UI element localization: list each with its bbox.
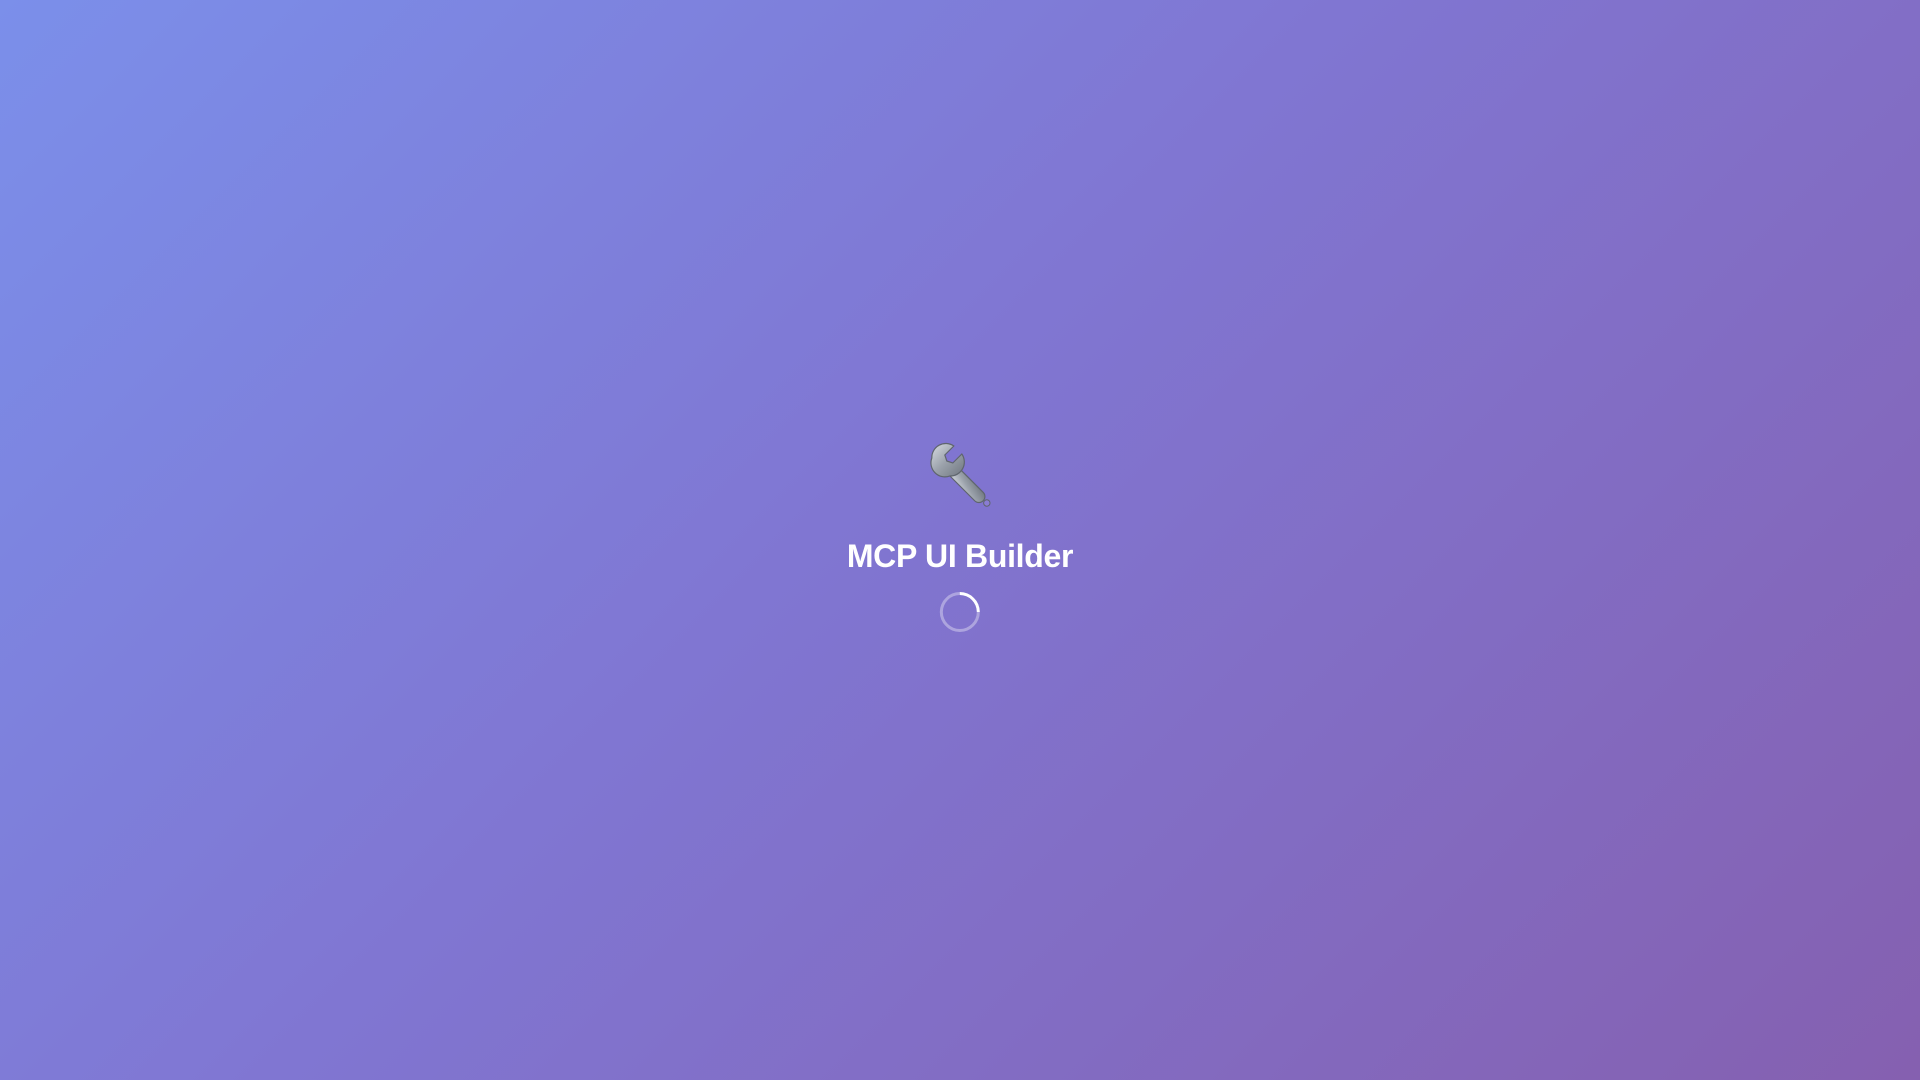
wrench-icon (930, 442, 991, 507)
loading-screen: MCP UI Builder (0, 0, 1920, 1080)
spinner-icon (931, 583, 989, 641)
loader-stack: MCP UI Builder (846, 440, 1074, 641)
app-title: MCP UI Builder (846, 538, 1074, 574)
